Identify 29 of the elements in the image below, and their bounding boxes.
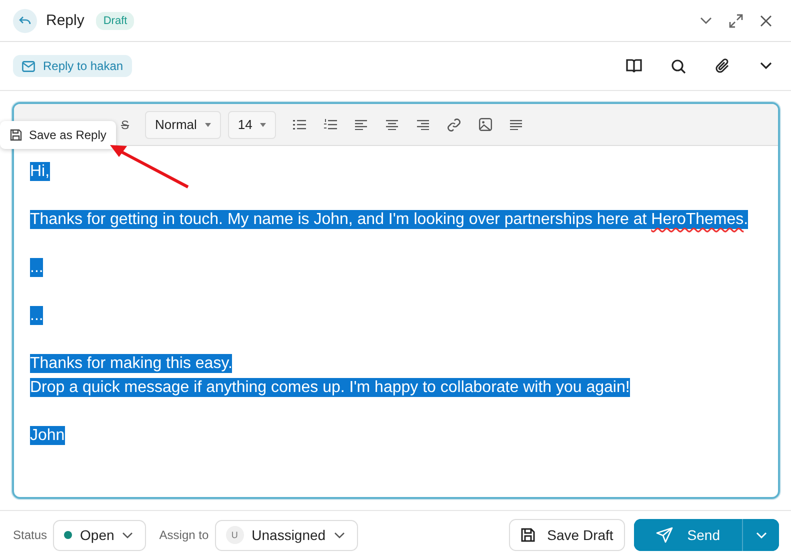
expand-icon: [729, 14, 743, 28]
close-icon: [760, 14, 772, 26]
reply-icon: [13, 8, 37, 32]
send-button[interactable]: Send: [634, 519, 743, 551]
strikethrough-button[interactable]: S: [121, 118, 130, 132]
window-title: Reply: [46, 12, 84, 29]
caret-icon: [260, 122, 266, 126]
chevron-down-icon: [122, 532, 134, 538]
mail-icon: [22, 60, 35, 72]
chevron-down-icon: [700, 16, 712, 24]
save-as-reply-menu-item[interactable]: Save as Reply: [0, 121, 116, 149]
avatar: U: [226, 526, 244, 544]
book-icon: [626, 59, 642, 73]
chevron-down-icon: [756, 532, 766, 538]
paperclip-icon: [714, 58, 730, 74]
search-icon: [670, 58, 686, 74]
status-badge: Draft: [96, 12, 134, 30]
style-dropdown[interactable]: Normal: [145, 110, 221, 138]
size-dropdown[interactable]: 14: [228, 110, 276, 138]
status-label: Status: [13, 528, 48, 542]
assignee-dropdown[interactable]: U Unassigned: [214, 520, 358, 550]
save-draft-button[interactable]: Save Draft: [509, 519, 626, 551]
chevron-down-icon: [760, 62, 772, 70]
status-dropdown[interactable]: Open: [53, 520, 146, 550]
recipient-chip[interactable]: Reply to hakan: [13, 55, 132, 77]
chevron-down-icon: [334, 532, 345, 538]
caret-icon: [204, 122, 211, 126]
paper-plane-icon: [656, 527, 674, 543]
assign-label: Assign to: [159, 528, 209, 542]
